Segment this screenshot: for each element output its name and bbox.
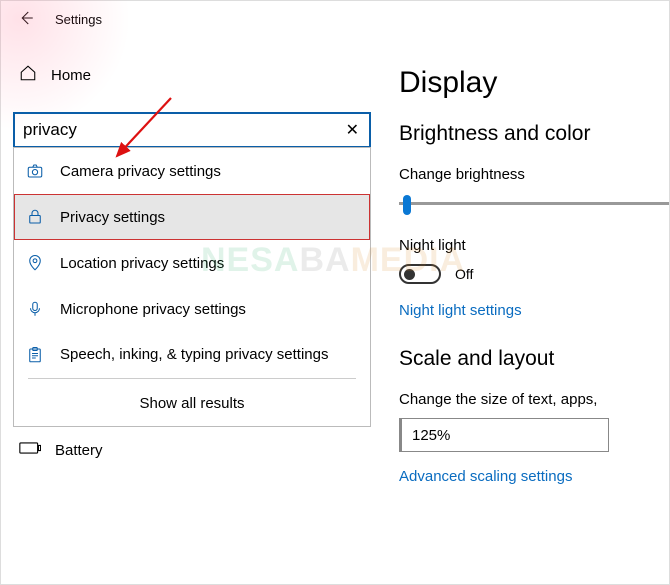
show-all-results[interactable]: Show all results: [28, 378, 356, 426]
home-nav[interactable]: Home: [11, 46, 381, 112]
page-heading: Display: [399, 66, 669, 100]
camera-icon: [26, 162, 44, 180]
result-privacy[interactable]: Privacy settings: [14, 194, 370, 240]
nightlight-label: Night light: [399, 237, 669, 254]
scale-dropdown[interactable]: 125%: [399, 418, 609, 452]
window-title: Settings: [55, 12, 102, 27]
battery-icon: [19, 441, 41, 459]
back-icon[interactable]: [17, 9, 35, 30]
nightlight-toggle[interactable]: [399, 264, 441, 284]
search-box[interactable]: ✕: [13, 112, 371, 148]
scale-label: Change the size of text, apps,: [399, 391, 669, 408]
result-label: Speech, inking, & typing privacy setting…: [60, 346, 328, 363]
result-location[interactable]: Location privacy settings: [14, 240, 370, 286]
nightlight-settings-link[interactable]: Night light settings: [399, 302, 522, 319]
scale-value: 125%: [412, 427, 450, 444]
location-icon: [26, 254, 44, 272]
brightness-label: Change brightness: [399, 166, 669, 183]
clear-icon[interactable]: ✕: [342, 120, 363, 140]
section-scale: Scale and layout: [399, 347, 669, 371]
result-camera[interactable]: Camera privacy settings: [14, 148, 370, 194]
sidebar-item-battery[interactable]: Battery: [11, 427, 381, 473]
microphone-icon: [26, 300, 44, 318]
search-results: Camera privacy settings Privacy settings…: [13, 147, 371, 427]
clipboard-icon: [26, 346, 44, 364]
result-label: Privacy settings: [60, 209, 165, 226]
lock-icon: [26, 208, 44, 226]
battery-label: Battery: [55, 442, 103, 459]
advanced-scaling-link[interactable]: Advanced scaling settings: [399, 468, 572, 485]
nightlight-state: Off: [455, 266, 473, 282]
home-icon: [19, 64, 37, 86]
result-speech[interactable]: Speech, inking, & typing privacy setting…: [14, 332, 370, 378]
home-label: Home: [51, 67, 91, 84]
search-input[interactable]: [23, 120, 342, 140]
result-label: Location privacy settings: [60, 255, 224, 272]
result-label: Camera privacy settings: [60, 163, 221, 180]
section-brightness: Brightness and color: [399, 122, 669, 146]
result-microphone[interactable]: Microphone privacy settings: [14, 286, 370, 332]
brightness-slider[interactable]: [399, 193, 669, 215]
result-label: Microphone privacy settings: [60, 301, 246, 318]
